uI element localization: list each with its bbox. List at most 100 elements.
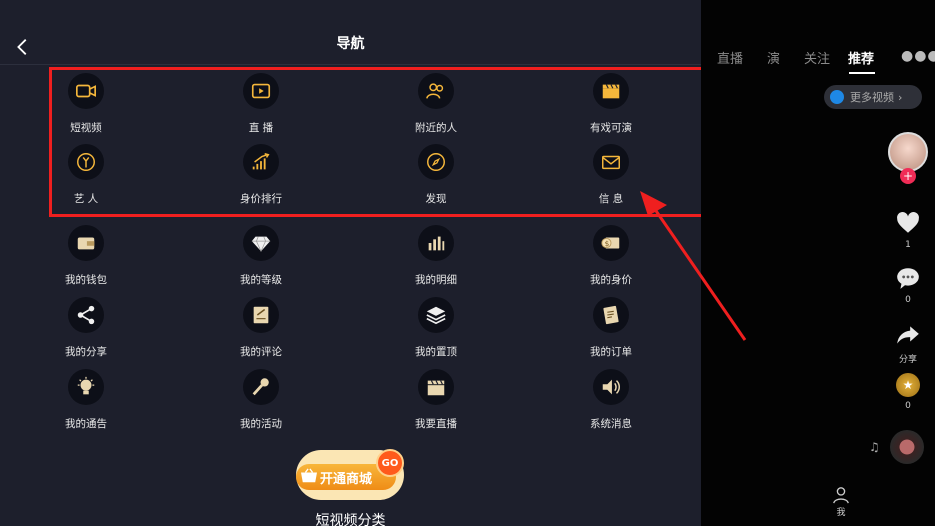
my-item[interactable]: $ 我的身价 [561,225,661,287]
my-item[interactable]: 我的活动 [211,369,311,431]
clapper-icon [427,380,445,396]
nav-item[interactable]: 艺 人 [36,144,136,206]
navigation-panel: 导航 短视频直 播附近的人 有戏可演艺 人身价排行 发现信 息 我的钱包 我的等级 我的… [0,0,701,526]
icon-circle [243,369,279,405]
my-item-label: 我的等级 [240,274,282,286]
share-label: 分享 [898,355,917,365]
bulb-icon [77,376,95,395]
nav-item[interactable]: 身价排行 [211,144,311,206]
tab-recommend[interactable]: 推荐 [848,48,874,67]
speaker-icon [602,379,620,395]
gift-count: 0 [905,401,911,411]
money-icon: $ [601,237,620,249]
share-button[interactable]: 分享 [892,322,924,365]
like-button[interactable]: 1 [892,210,924,250]
my-item[interactable]: 我的评论 [211,297,311,359]
icon-circle [418,73,454,109]
follow-plus-icon[interactable]: + [900,168,916,184]
nav-item-label: 有戏可演 [590,122,632,134]
more-videos-button[interactable]: 更多视频 › [824,85,922,109]
svg-text:$: $ [605,239,610,248]
my-item-label: 我的分享 [65,346,107,358]
icon-circle [593,369,629,405]
my-item[interactable]: 我的明细 [386,225,486,287]
top-bar: 导航 [0,0,701,65]
karaoke-mic-icon [252,378,269,396]
video-camera-icon [76,84,96,98]
order-icon [603,305,619,325]
icon-circle [68,73,104,109]
nav-item[interactable]: 有戏可演 [561,73,661,135]
my-item-label: 我的通告 [65,418,107,430]
my-item[interactable]: 我的通告 [36,369,136,431]
icon-circle [418,144,454,180]
tab-live[interactable]: 直播 [717,48,743,67]
clapperboard-icon [602,84,620,99]
feed-tabs: 直播 演 关注 推荐 [701,48,935,74]
nav-item[interactable]: 发现 [386,144,486,206]
my-item[interactable]: 系统消息 [561,369,661,431]
nav-item-label: 身价排行 [240,193,282,205]
my-item-label: 我的评论 [240,346,282,358]
icon-circle [418,369,454,405]
nav-item-label: 艺 人 [73,193,99,205]
envelope-icon [602,155,620,170]
nav-item[interactable]: 信 息 [561,144,661,206]
play-icon [830,90,844,104]
go-badge: GO [376,449,404,477]
my-item-label: 我的订单 [590,346,632,358]
icon-circle [68,297,104,333]
my-item[interactable]: 我的钱包 [36,225,136,287]
icon-circle [593,73,629,109]
icon-circle [243,297,279,333]
nav-item[interactable]: 直 播 [211,73,311,135]
diamond-icon [251,236,271,253]
icon-circle [243,73,279,109]
live-play-icon [251,83,271,99]
comment-edit-icon [253,306,269,324]
open-shop-button[interactable]: 开通商城 GO [290,444,410,504]
compass-icon [427,153,445,171]
my-item[interactable]: 我的分享 [36,297,136,359]
nav-item[interactable]: 短视频 [36,73,136,135]
author-avatar[interactable] [888,132,928,172]
tab-perform[interactable]: 演 [767,48,780,67]
icon-circle [68,225,104,261]
icon-circle [418,225,454,261]
nav-item[interactable]: 附近的人 [386,73,486,135]
wallet-icon [77,237,95,250]
me-button[interactable]: 我 [829,486,853,518]
gift-button[interactable]: ★ 0 [892,373,924,411]
more-dots-icon[interactable]: ●●● [901,48,935,64]
icon-circle [68,144,104,180]
my-item[interactable]: 我的订单 [561,297,661,359]
chevron-right-icon: › [898,90,903,104]
person-icon [833,487,849,504]
microphone-icon [77,153,95,171]
icon-circle [418,297,454,333]
icon-circle [243,144,279,180]
me-label: 我 [836,508,846,518]
comment-button[interactable]: 0 [892,265,924,305]
my-item[interactable]: 我的等级 [211,225,311,287]
my-item[interactable]: 我要直播 [386,369,486,431]
my-item-label: 我要直播 [415,418,457,430]
my-item[interactable]: 我的置顶 [386,297,486,359]
music-disc[interactable] [890,430,924,464]
icon-circle [68,369,104,405]
active-tab-underline [849,72,875,74]
comment-icon [897,268,919,289]
my-item-label: 我的置顶 [415,346,457,358]
video-feed-panel: 直播 演 关注 推荐 ●●● 更多视频 › + 1 0 分享 ★ 0 ♫ 我 [701,0,935,526]
icon-circle [593,297,629,333]
bar-chart-icon [428,236,445,251]
icon-circle [593,144,629,180]
heart-icon [897,212,919,233]
coin-icon: ★ [896,373,920,397]
nav-item-label: 信 息 [598,193,624,205]
nav-item-label: 短视频 [70,122,102,134]
tab-follow[interactable]: 关注 [804,48,830,67]
shop-label: 开通商城 [320,472,373,487]
basket-icon [301,468,317,483]
nav-item-label: 发现 [425,193,447,205]
